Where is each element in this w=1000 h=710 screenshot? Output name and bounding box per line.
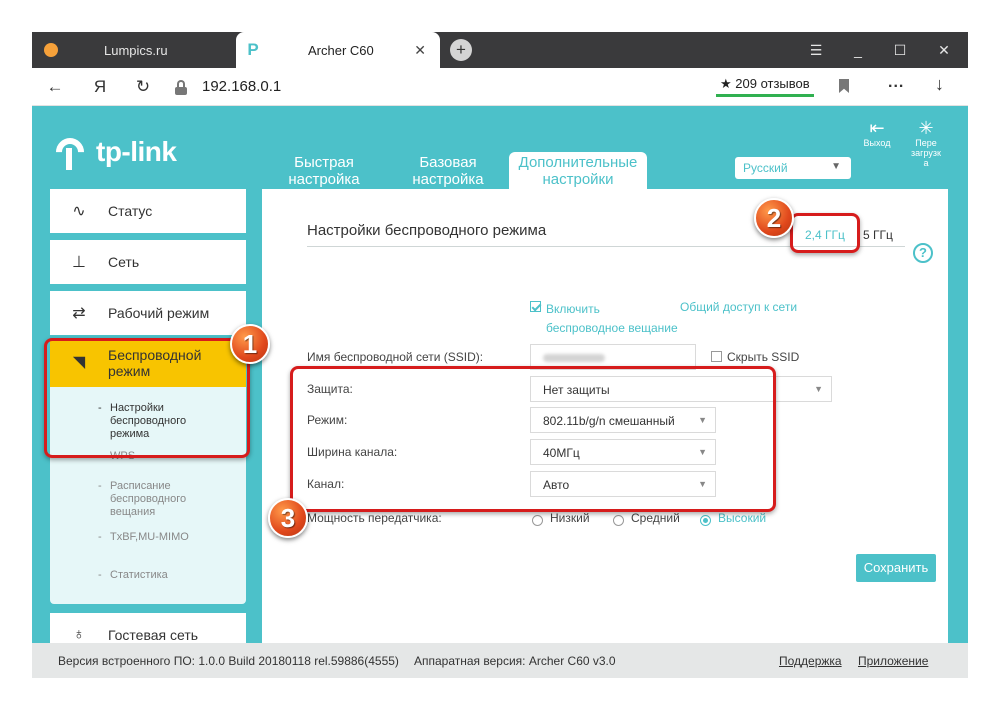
firmware-version: Версия встроенного ПО: 1.0.0 Build 20180… — [58, 654, 399, 668]
url-field[interactable]: 192.168.0.1 — [202, 78, 281, 95]
highlight-radio-settings — [290, 366, 776, 512]
bookmark-icon[interactable] — [839, 79, 849, 93]
submenu-txbf[interactable]: - TxBF,MU-MIMO — [98, 531, 189, 544]
support-link[interactable]: Поддержка — [779, 654, 842, 668]
swap-icon: ⇄ — [72, 305, 86, 322]
chevron-down-icon: ▼ — [831, 161, 841, 172]
sidebar-item-network[interactable]: ⊥ Сеть — [50, 240, 246, 284]
logo-text: tp-link — [96, 136, 177, 167]
pulse-icon: ∿ — [72, 203, 86, 220]
ssid-value-blurred — [543, 354, 605, 362]
users-icon: ♁ — [73, 626, 85, 643]
tx-power-label: Мощность передатчика: — [307, 511, 442, 525]
hide-ssid-checkbox[interactable] — [711, 351, 722, 362]
annotation-badge-1: 1 — [230, 324, 270, 364]
tab-advanced-setup[interactable]: Дополнительные настройки — [509, 152, 647, 189]
tab-label: Быстрая настройка — [288, 154, 360, 188]
tab-lumpics[interactable]: Lumpics.ru — [32, 32, 232, 68]
address-bar: ← Я ↻ 192.168.0.1 ★ 209 отзывов ... ↓ — [32, 68, 968, 106]
reviews-badge[interactable]: ★ 209 отзывов — [716, 74, 814, 97]
network-icon: ⊥ — [72, 254, 86, 271]
logout-label: Выход — [863, 138, 891, 148]
submenu-label: Расписание беспроводного вещания — [110, 480, 187, 518]
tab-strip: Lumpics.ru P Archer C60 ✕ + ☰ _ ☐ ✕ — [32, 32, 968, 68]
lumpics-favicon-icon — [44, 43, 58, 57]
help-icon[interactable]: ? — [913, 243, 933, 263]
highlight-band-24 — [790, 213, 860, 253]
submenu-schedule[interactable]: - Расписание беспроводного вещания — [98, 480, 187, 519]
tab-archer[interactable]: P Archer C60 ✕ — [236, 32, 440, 68]
browser-window: Lumpics.ru P Archer C60 ✕ + ☰ _ ☐ ✕ ← Я … — [32, 32, 968, 678]
save-button[interactable]: Сохранить — [856, 554, 936, 582]
tab-label: Дополнительные настройки — [518, 154, 638, 188]
yandex-icon[interactable]: Я — [85, 68, 115, 106]
band-5ghz-link[interactable]: 5 ГГц — [863, 228, 893, 242]
back-icon[interactable]: ← — [40, 68, 70, 106]
enable-wireless-label: Включить беспроводное вещание — [546, 302, 678, 335]
sidebar-item-status[interactable]: ∿ Статус — [50, 189, 246, 233]
page-title: Настройки беспроводного режима — [307, 222, 547, 239]
browser-menu-icon[interactable]: ☰ — [796, 32, 836, 68]
close-window-button[interactable]: ✕ — [924, 32, 964, 68]
tplink-logo-icon — [50, 132, 90, 172]
power-medium-label: Средний — [631, 511, 680, 525]
more-icon[interactable]: ... — [888, 74, 904, 92]
language-value: Русский — [743, 161, 788, 175]
reload-icon[interactable]: ↻ — [128, 68, 158, 106]
tab-label: Базовая настройка — [412, 154, 484, 188]
submenu-statistics[interactable]: - Статистика — [98, 569, 168, 582]
ssid-label: Имя беспроводной сети (SSID): — [307, 350, 484, 364]
submenu-label: TxBF,MU-MIMO — [110, 531, 189, 543]
power-low-radio[interactable] — [532, 515, 543, 526]
submenu-label: Статистика — [110, 569, 168, 581]
tab-title: Lumpics.ru — [104, 42, 168, 58]
network-sharing-link[interactable]: Общий доступ к сети — [680, 300, 797, 314]
maximize-button[interactable]: ☐ — [880, 32, 920, 68]
power-high-radio[interactable] — [700, 515, 711, 526]
tab-close-icon[interactable]: ✕ — [414, 42, 426, 59]
download-icon[interactable]: ↓ — [935, 74, 944, 95]
hardware-version: Аппаратная версия: Archer C60 v3.0 — [414, 654, 616, 668]
power-high-label: Высокий — [718, 511, 767, 525]
annotation-badge-2: 2 — [754, 198, 794, 238]
app-link[interactable]: Приложение — [858, 654, 928, 668]
reboot-button[interactable]: ✳ Пере загрузк а — [904, 118, 948, 168]
language-select[interactable]: Русский ▼ — [735, 157, 851, 179]
sidebar-item-label: Рабочий режим — [108, 305, 210, 321]
tplink-favicon-icon: P — [247, 40, 259, 59]
sidebar-item-operation-mode[interactable]: ⇄ Рабочий режим — [50, 291, 246, 335]
logout-icon: ⇤ — [869, 118, 885, 138]
lock-icon — [175, 80, 187, 95]
tab-quick-setup[interactable]: Быстрая настройка — [255, 152, 393, 188]
power-medium-radio[interactable] — [613, 515, 624, 526]
hide-ssid-label: Скрыть SSID — [727, 350, 800, 364]
annotation-badge-3: 3 — [268, 498, 308, 538]
reboot-icon: ✳ — [918, 118, 934, 138]
logout-button[interactable]: ⇤ Выход — [855, 118, 899, 148]
sidebar-item-label: Гостевая сеть — [108, 627, 199, 643]
new-tab-button[interactable]: + — [450, 39, 472, 61]
minimize-button[interactable]: _ — [838, 32, 878, 68]
tab-title: Archer C60 — [308, 42, 374, 58]
chevron-down-icon: ▼ — [814, 384, 823, 394]
highlight-wireless-menu — [44, 338, 250, 458]
sidebar-item-label: Сеть — [108, 254, 140, 270]
reboot-label: Пере загрузк а — [911, 138, 941, 168]
tab-basic-setup[interactable]: Базовая настройка — [379, 152, 517, 188]
footer: Версия встроенного ПО: 1.0.0 Build 20180… — [32, 643, 968, 678]
power-low-label: Низкий — [550, 511, 590, 525]
tplink-logo: tp-link — [50, 132, 177, 172]
sidebar-item-label: Статус — [108, 203, 153, 219]
